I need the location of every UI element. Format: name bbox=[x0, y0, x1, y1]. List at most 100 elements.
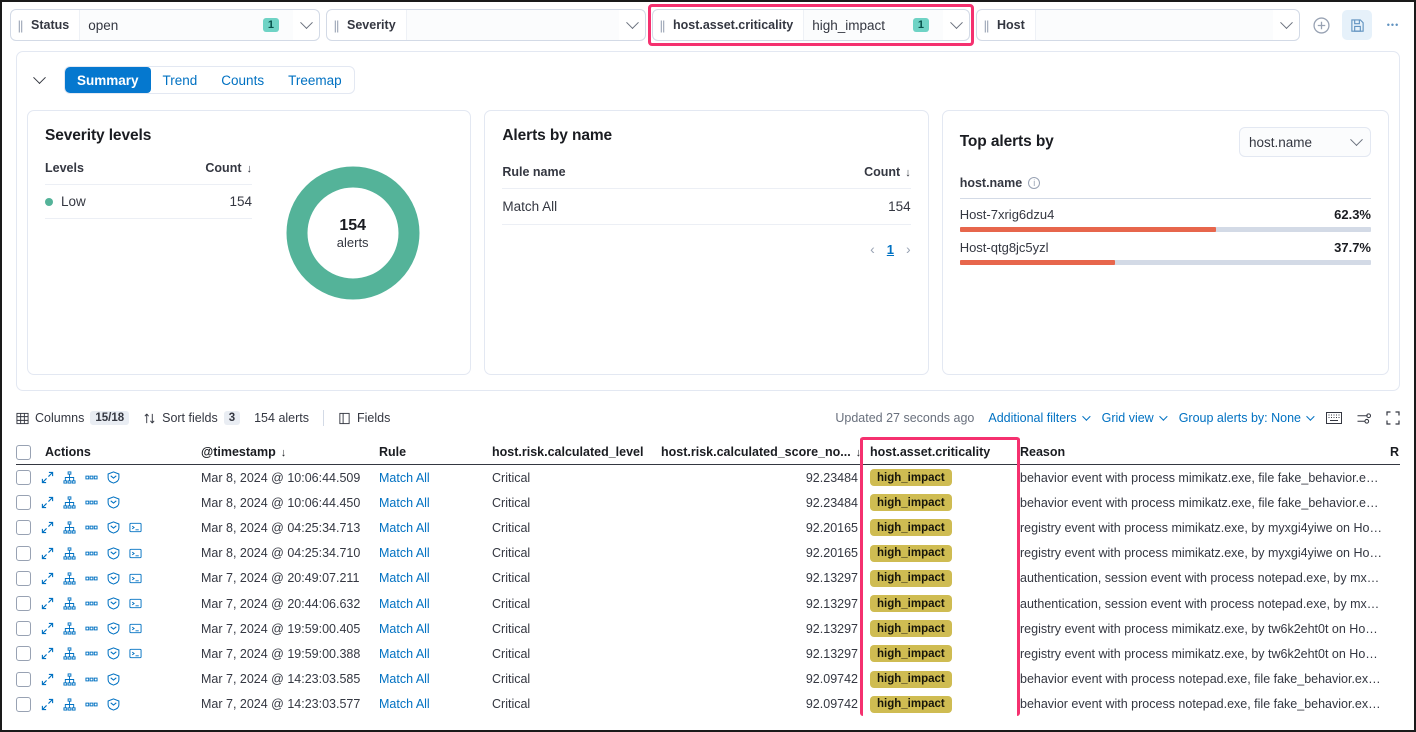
columns-button[interactable]: Columns 15/18 bbox=[16, 411, 129, 425]
cell-rule-link[interactable]: Match All bbox=[379, 672, 492, 686]
row-checkbox[interactable] bbox=[16, 621, 41, 636]
top-alerts-bar-row[interactable]: Host-7xrig6dzu4 62.3% bbox=[960, 199, 1371, 232]
more-actions-icon[interactable] bbox=[85, 647, 98, 660]
more-actions-icon[interactable] bbox=[85, 496, 98, 509]
expand-details-icon[interactable] bbox=[41, 471, 54, 484]
analyzer-icon[interactable] bbox=[63, 647, 76, 660]
analyzer-icon[interactable] bbox=[63, 521, 76, 534]
pagination-next-icon[interactable]: › bbox=[906, 241, 911, 257]
grid-header-timestamp[interactable]: @timestamp↓ bbox=[201, 445, 379, 459]
session-view-icon[interactable] bbox=[107, 673, 120, 686]
table-row[interactable]: Mar 8, 2024 @ 10:06:44.450Match AllCriti… bbox=[16, 490, 1400, 515]
expand-details-icon[interactable] bbox=[41, 496, 54, 509]
row-checkbox[interactable] bbox=[16, 520, 41, 535]
fullscreen-icon[interactable] bbox=[1386, 411, 1400, 425]
display-options-icon[interactable] bbox=[1356, 412, 1372, 425]
session-view-icon[interactable] bbox=[107, 622, 120, 635]
alerts-col-count[interactable]: Count↓ bbox=[864, 165, 911, 179]
cell-rule-link[interactable]: Match All bbox=[379, 622, 492, 636]
more-actions-icon[interactable] bbox=[85, 673, 98, 686]
analyzer-icon[interactable] bbox=[63, 622, 76, 635]
top-alerts-field-select[interactable]: host.name bbox=[1239, 127, 1371, 157]
row-checkbox[interactable] bbox=[16, 697, 41, 712]
session-view-icon[interactable] bbox=[107, 496, 120, 509]
more-actions-icon[interactable] bbox=[85, 521, 98, 534]
session-view-icon[interactable] bbox=[107, 647, 120, 660]
cell-rule-link[interactable]: Match All bbox=[379, 571, 492, 585]
table-row[interactable]: Mar 7, 2024 @ 20:49:07.211Match AllCriti… bbox=[16, 566, 1400, 591]
analyzer-icon[interactable] bbox=[63, 471, 76, 484]
analyzer-icon[interactable] bbox=[63, 547, 76, 560]
cell-rule-link[interactable]: Match All bbox=[379, 546, 492, 560]
grid-header-rule[interactable]: Rule bbox=[379, 445, 492, 459]
row-checkbox[interactable] bbox=[16, 546, 41, 561]
group-alerts-by-button[interactable]: Group alerts by: None bbox=[1179, 411, 1312, 425]
session-view-icon[interactable] bbox=[107, 521, 120, 534]
analyzer-icon[interactable] bbox=[63, 698, 76, 711]
analyzer-icon[interactable] bbox=[63, 572, 76, 585]
tab-summary[interactable]: Summary bbox=[65, 67, 151, 93]
cell-rule-link[interactable]: Match All bbox=[379, 697, 492, 711]
terminal-icon[interactable] bbox=[129, 547, 142, 560]
pagination-prev-icon[interactable]: ‹ bbox=[870, 241, 875, 257]
add-filter-icon[interactable] bbox=[1306, 10, 1336, 40]
chevron-down-icon[interactable] bbox=[943, 21, 969, 30]
session-view-icon[interactable] bbox=[107, 547, 120, 560]
grid-header-asset-criticality[interactable]: host.asset.criticality bbox=[864, 445, 1020, 459]
table-row[interactable]: Mar 8, 2024 @ 04:25:34.713Match AllCriti… bbox=[16, 515, 1400, 540]
analyzer-icon[interactable] bbox=[63, 673, 76, 686]
terminal-icon[interactable] bbox=[129, 572, 142, 585]
more-actions-icon[interactable] bbox=[85, 572, 98, 585]
grid-view-button[interactable]: Grid view bbox=[1102, 411, 1165, 425]
filter-criticality-value[interactable]: high_impact 1 bbox=[803, 10, 943, 40]
sort-fields-button[interactable]: Sort fields 3 bbox=[143, 411, 240, 425]
expand-details-icon[interactable] bbox=[41, 673, 54, 686]
filter-host[interactable]: || Host bbox=[976, 9, 1300, 41]
filter-host-asset-criticality[interactable]: || host.asset.criticality high_impact 1 bbox=[652, 9, 970, 41]
expand-details-icon[interactable] bbox=[41, 698, 54, 711]
tab-counts[interactable]: Counts bbox=[209, 67, 276, 93]
more-options-icon[interactable]: ••• bbox=[1378, 10, 1408, 40]
severity-row-low[interactable]: Low 154 bbox=[45, 184, 252, 219]
row-checkbox[interactable] bbox=[16, 470, 41, 485]
more-actions-icon[interactable] bbox=[85, 471, 98, 484]
cell-rule-link[interactable]: Match All bbox=[379, 496, 492, 510]
expand-details-icon[interactable] bbox=[41, 647, 54, 660]
keyboard-shortcuts-icon[interactable] bbox=[1326, 412, 1342, 424]
expand-details-icon[interactable] bbox=[41, 597, 54, 610]
cell-rule-link[interactable]: Match All bbox=[379, 521, 492, 535]
fields-button[interactable]: Fields bbox=[338, 411, 390, 425]
cell-rule-link[interactable]: Match All bbox=[379, 647, 492, 661]
session-view-icon[interactable] bbox=[107, 698, 120, 711]
alerts-by-name-row[interactable]: Match All 154 bbox=[502, 189, 910, 225]
table-row[interactable]: Mar 7, 2024 @ 19:59:00.405Match AllCriti… bbox=[16, 616, 1400, 641]
chevron-down-icon[interactable] bbox=[293, 21, 319, 30]
filter-severity-value[interactable] bbox=[406, 10, 619, 40]
row-checkbox[interactable] bbox=[16, 646, 41, 661]
save-query-icon[interactable] bbox=[1342, 10, 1372, 40]
cell-rule-link[interactable]: Match All bbox=[379, 597, 492, 611]
session-view-icon[interactable] bbox=[107, 471, 120, 484]
table-row[interactable]: Mar 7, 2024 @ 19:59:00.388Match AllCriti… bbox=[16, 641, 1400, 666]
terminal-icon[interactable] bbox=[129, 597, 142, 610]
select-all-checkbox[interactable] bbox=[16, 445, 41, 460]
chevron-down-icon[interactable] bbox=[1273, 21, 1299, 30]
cell-rule-link[interactable]: Match All bbox=[379, 471, 492, 485]
drag-handle-icon[interactable]: || bbox=[327, 18, 345, 33]
filter-severity[interactable]: || Severity bbox=[326, 9, 646, 41]
pagination-page-1[interactable]: 1 bbox=[887, 242, 894, 257]
more-actions-icon[interactable] bbox=[85, 622, 98, 635]
expand-details-icon[interactable] bbox=[41, 521, 54, 534]
drag-handle-icon[interactable]: || bbox=[11, 18, 29, 33]
filter-host-value[interactable] bbox=[1035, 10, 1273, 40]
row-checkbox[interactable] bbox=[16, 596, 41, 611]
info-icon[interactable]: i bbox=[1028, 177, 1040, 189]
drag-handle-icon[interactable]: || bbox=[653, 18, 671, 33]
table-row[interactable]: Mar 8, 2024 @ 04:25:34.710Match AllCriti… bbox=[16, 541, 1400, 566]
table-row[interactable]: Mar 7, 2024 @ 14:23:03.577Match AllCriti… bbox=[16, 692, 1400, 717]
expand-details-icon[interactable] bbox=[41, 622, 54, 635]
tab-trend[interactable]: Trend bbox=[151, 67, 210, 93]
more-actions-icon[interactable] bbox=[85, 597, 98, 610]
more-actions-icon[interactable] bbox=[85, 547, 98, 560]
row-checkbox[interactable] bbox=[16, 672, 41, 687]
